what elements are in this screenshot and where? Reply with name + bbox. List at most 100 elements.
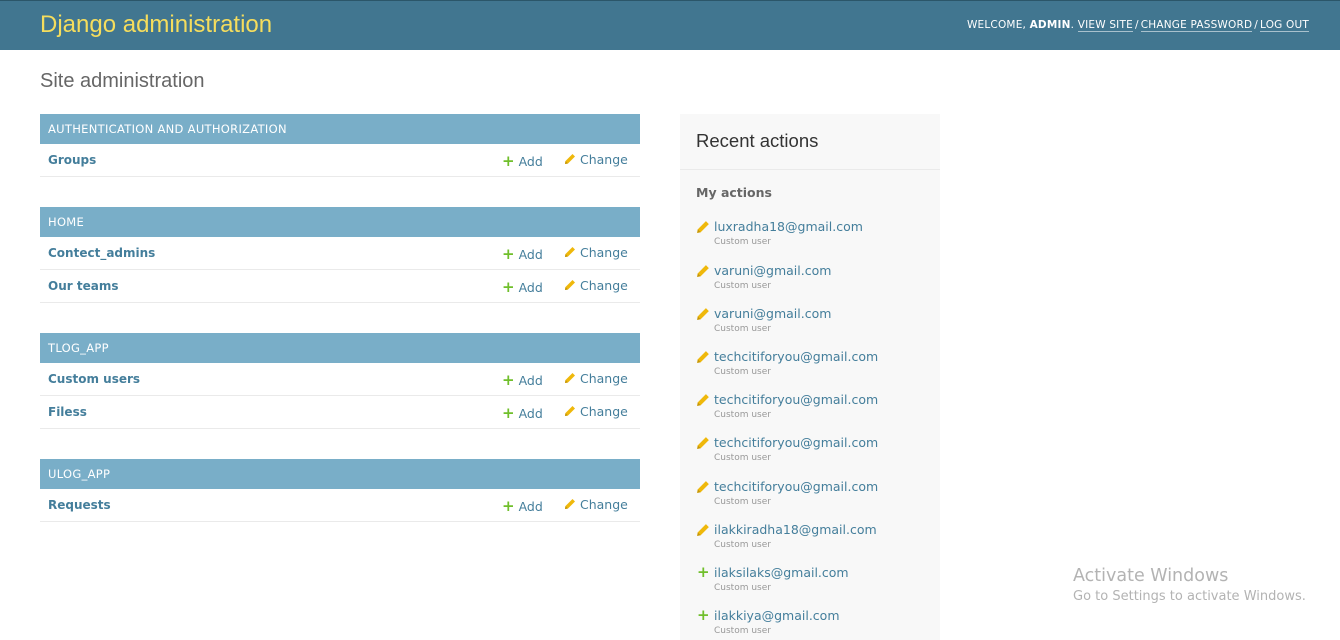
action-content-type: Custom user xyxy=(714,281,771,291)
action-content-type: Custom user xyxy=(714,410,771,420)
add-label: Add xyxy=(518,406,543,421)
action-content-type: Custom user xyxy=(714,497,771,507)
model-link-custom-users[interactable]: Custom users xyxy=(48,372,140,386)
plus-icon: + xyxy=(697,606,710,624)
pencil-icon xyxy=(565,499,575,509)
change-label: Change xyxy=(580,278,628,293)
plus-icon: + xyxy=(502,245,515,263)
view-site-link[interactable]: VIEW SITE xyxy=(1077,19,1133,32)
action-content-type: Custom user xyxy=(714,540,771,550)
activation-watermark: Activate Windows Go to Settings to activ… xyxy=(1073,566,1306,604)
add-button[interactable]: + Add xyxy=(502,371,543,389)
watermark-title: Activate Windows xyxy=(1073,566,1229,586)
action-link[interactable]: varuni@gmail.com xyxy=(714,306,831,321)
action-content-type: Custom user xyxy=(714,367,771,377)
add-label: Add xyxy=(518,280,543,295)
recent-actions-panel: Recent actions My actions luxradha18@gma… xyxy=(680,114,940,640)
model-link-contect-admins[interactable]: Contect_admins xyxy=(48,246,155,260)
pencil-icon xyxy=(697,437,709,449)
divider xyxy=(680,169,940,170)
change-button[interactable]: Change xyxy=(564,245,628,260)
model-row-filess: Filess + Add Change xyxy=(40,396,640,429)
username: ADMIN xyxy=(1029,19,1071,31)
plus-icon: + xyxy=(502,404,515,422)
model-row-groups: Groups + Add Change xyxy=(40,144,640,177)
change-label: Change xyxy=(580,152,628,167)
plus-icon: + xyxy=(502,152,515,170)
model-row-requests: Requests + Add Change xyxy=(40,489,640,522)
action-link[interactable]: techcitiforyou@gmail.com xyxy=(714,435,878,450)
add-label: Add xyxy=(518,499,543,514)
action-content-type: Custom user xyxy=(714,237,771,247)
change-button[interactable]: Change xyxy=(564,278,628,293)
module-home: HOME Contect_admins + Add Change Our team… xyxy=(40,207,640,303)
pencil-icon xyxy=(697,394,709,406)
pencil-icon xyxy=(565,154,575,164)
module-auth: AUTHENTICATION AND AUTHORIZATION Groups … xyxy=(40,114,640,177)
change-button[interactable]: Change xyxy=(564,371,628,386)
change-label: Change xyxy=(580,404,628,419)
pencil-icon xyxy=(565,373,575,383)
model-link-filess[interactable]: Filess xyxy=(48,405,87,419)
model-link-our-teams[interactable]: Our teams xyxy=(48,279,118,293)
module-tlog-app: TLOG_APP Custom users + Add Change Filess… xyxy=(40,333,640,429)
action-link[interactable]: ilakkiradha18@gmail.com xyxy=(714,522,877,537)
model-link-groups[interactable]: Groups xyxy=(48,153,96,167)
model-row-custom-users: Custom users + Add Change xyxy=(40,363,640,396)
action-link[interactable]: techcitiforyou@gmail.com xyxy=(714,349,878,364)
module-ulog-app: ULOG_APP Requests + Add Change xyxy=(40,459,640,522)
action-content-type: Custom user xyxy=(714,626,771,636)
welcome-text: WELCOME, xyxy=(966,19,1030,31)
recent-actions-title: Recent actions xyxy=(696,130,819,151)
plus-icon: + xyxy=(697,563,710,581)
pencil-icon xyxy=(565,247,575,257)
add-button[interactable]: + Add xyxy=(502,278,543,296)
model-link-requests[interactable]: Requests xyxy=(48,498,111,512)
action-link[interactable]: techcitiforyou@gmail.com xyxy=(714,392,878,407)
add-label: Add xyxy=(518,247,543,262)
watermark-subtitle: Go to Settings to activate Windows. xyxy=(1073,589,1306,604)
action-link[interactable]: luxradha18@gmail.com xyxy=(714,219,863,234)
change-label: Change xyxy=(580,371,628,386)
site-branding[interactable]: Django administration xyxy=(40,11,272,39)
change-button[interactable]: Change xyxy=(564,497,628,512)
action-link[interactable]: varuni@gmail.com xyxy=(714,263,831,278)
action-link[interactable]: ilaksilaks@gmail.com xyxy=(714,565,849,580)
module-caption[interactable]: ULOG_APP xyxy=(40,459,640,489)
add-button[interactable]: + Add xyxy=(502,245,543,263)
pencil-icon xyxy=(697,221,709,233)
module-caption[interactable]: AUTHENTICATION AND AUTHORIZATION xyxy=(40,114,640,144)
module-caption[interactable]: HOME xyxy=(40,207,640,237)
action-content-type: Custom user xyxy=(714,453,771,463)
log-out-link[interactable]: LOG OUT xyxy=(1260,19,1309,32)
pencil-icon xyxy=(697,524,709,536)
change-password-link[interactable]: CHANGE PASSWORD xyxy=(1140,19,1253,32)
module-caption[interactable]: TLOG_APP xyxy=(40,333,640,363)
header-bar: Django administration WELCOME, ADMIN. VI… xyxy=(0,0,1340,50)
model-row-contect-admins: Contect_admins + Add Change xyxy=(40,237,640,270)
add-button[interactable]: + Add xyxy=(502,152,543,170)
add-label: Add xyxy=(518,154,543,169)
add-button[interactable]: + Add xyxy=(502,404,543,422)
action-content-type: Custom user xyxy=(714,583,771,593)
plus-icon: + xyxy=(502,278,515,296)
page-title: Site administration xyxy=(40,70,205,92)
pencil-icon xyxy=(565,406,575,416)
action-link[interactable]: ilakkiya@gmail.com xyxy=(714,608,840,623)
add-button[interactable]: + Add xyxy=(502,497,543,515)
pencil-icon xyxy=(565,280,575,290)
pencil-icon xyxy=(697,265,709,277)
plus-icon: + xyxy=(502,497,515,515)
action-content-type: Custom user xyxy=(714,324,771,334)
change-label: Change xyxy=(580,497,628,512)
add-label: Add xyxy=(518,373,543,388)
change-button[interactable]: Change xyxy=(564,152,628,167)
change-button[interactable]: Change xyxy=(564,404,628,419)
my-actions-heading: My actions xyxy=(696,185,772,200)
action-link[interactable]: techcitiforyou@gmail.com xyxy=(714,479,878,494)
pencil-icon xyxy=(697,351,709,363)
change-label: Change xyxy=(580,245,628,260)
pencil-icon xyxy=(697,308,709,320)
plus-icon: + xyxy=(502,371,515,389)
user-tools: WELCOME, ADMIN. VIEW SITE / CHANGE PASSWOR… xyxy=(966,19,1309,32)
